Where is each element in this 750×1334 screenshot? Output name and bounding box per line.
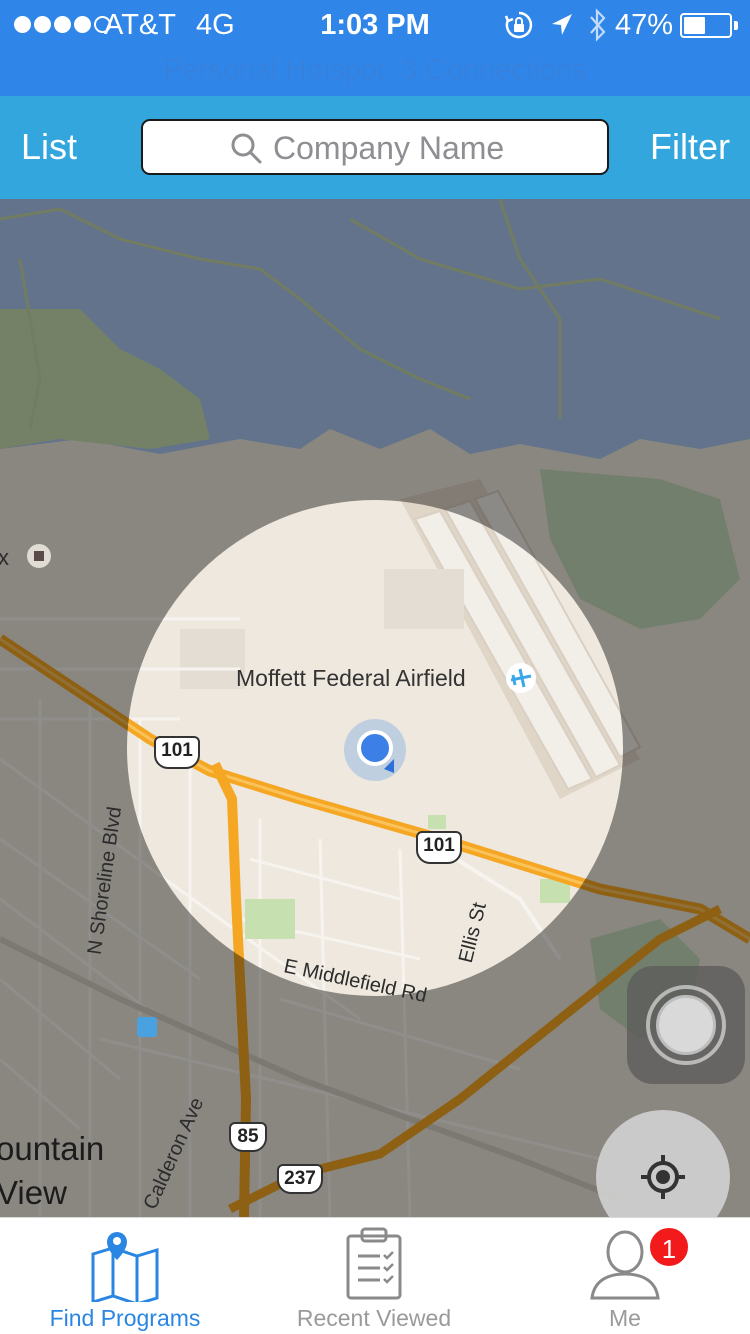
- rotation-lock-icon: [504, 11, 533, 39]
- tab-bar: Find Programs Recent Viewed 1 Me: [0, 1217, 750, 1334]
- highway-101-shield: 101: [416, 831, 462, 864]
- clipboard-checklist-icon: [346, 1227, 402, 1300]
- tab-label: Recent Viewed: [296, 1305, 452, 1331]
- map-view[interactable]: Moffett Federal Airfield x 101 101 85 23…: [0, 199, 750, 1217]
- city-label: ountain View: [0, 1127, 104, 1215]
- tab-label: Find Programs: [49, 1305, 201, 1331]
- tab-recent-viewed[interactable]: Recent Viewed: [274, 1218, 474, 1334]
- bluetooth-icon: [590, 8, 606, 42]
- filter-button[interactable]: Filter: [650, 126, 730, 168]
- map-edge-label: x: [0, 545, 9, 570]
- crosshair-icon: [641, 1155, 685, 1199]
- city-label-line1: ountain: [0, 1130, 105, 1167]
- notification-badge: 1: [648, 1226, 690, 1268]
- battery-icon: [680, 13, 732, 38]
- highway-101-shield: 101: [154, 736, 200, 769]
- list-button[interactable]: List: [21, 126, 77, 168]
- search-box[interactable]: [141, 119, 609, 175]
- tab-me[interactable]: 1 Me: [525, 1218, 725, 1334]
- hotspot-banner[interactable]: Personal Hotspot: 3 Connections: [0, 54, 750, 87]
- assistive-touch-button[interactable]: [627, 966, 745, 1084]
- battery-level-fill: [684, 17, 705, 34]
- status-bar: AT&T 4G 1:03 PM 47% Personal Hotspot: 3 …: [0, 0, 750, 96]
- battery-percent: 47%: [615, 9, 674, 41]
- city-label-line2: View: [0, 1174, 67, 1211]
- highway-85-shield: 85: [229, 1122, 267, 1152]
- airfield-label: Moffett Federal Airfield: [236, 665, 466, 691]
- highway-237-shield: 237: [277, 1164, 323, 1194]
- map-pin-icon: [91, 1232, 159, 1302]
- tab-label: Me: [609, 1305, 641, 1331]
- location-arrow-icon: [552, 14, 572, 35]
- search-icon: [231, 133, 262, 164]
- nav-bar: List Filter: [0, 96, 750, 199]
- tab-find-programs[interactable]: Find Programs: [25, 1218, 225, 1334]
- company-search-input[interactable]: [273, 127, 593, 169]
